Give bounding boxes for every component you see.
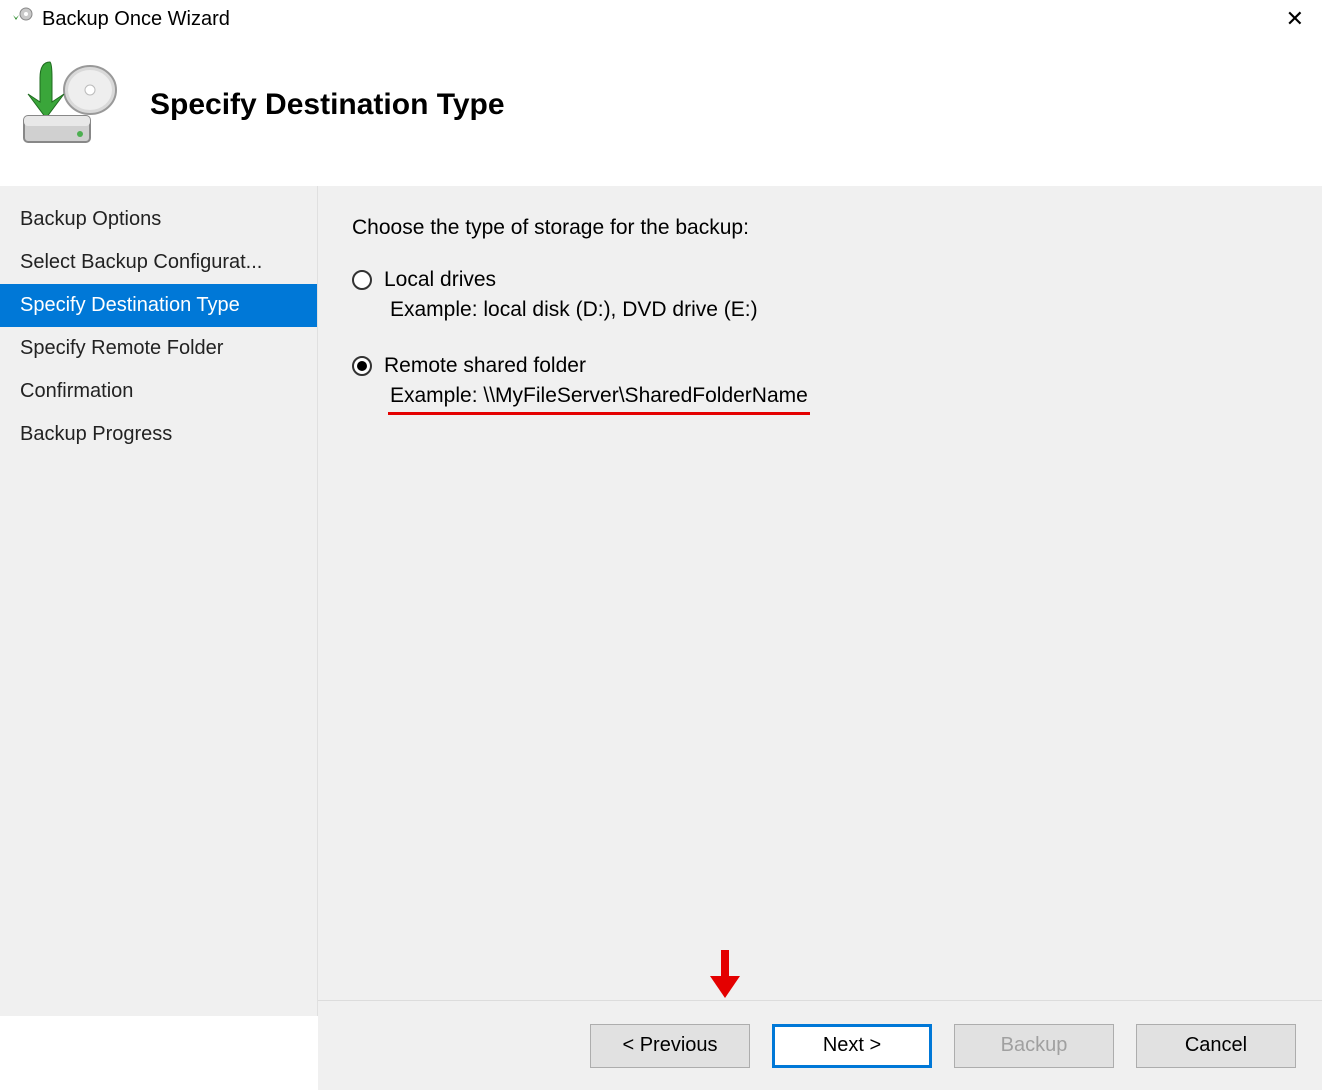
wizard-header: Specify Destination Type (0, 38, 1322, 182)
remote-shared-folder-example: Example: \\MyFileServer\SharedFolderName (388, 384, 810, 415)
sidebar-item-confirmation[interactable]: Confirmation (0, 370, 317, 413)
radio-remote-shared-folder[interactable] (352, 356, 372, 376)
destination-prompt: Choose the type of storage for the backu… (352, 216, 1288, 240)
local-drives-example: Example: local disk (D:), DVD drive (E:) (388, 298, 1288, 326)
wizard-main-panel: Choose the type of storage for the backu… (318, 186, 1322, 1016)
sidebar-item-backup-options[interactable]: Backup Options (0, 198, 317, 241)
titlebar: Backup Once Wizard ✕ (0, 0, 1322, 38)
radio-local-drives-label[interactable]: Local drives (384, 268, 496, 292)
sidebar-item-backup-progress[interactable]: Backup Progress (0, 413, 317, 456)
app-icon (12, 6, 34, 32)
close-icon[interactable]: ✕ (1280, 8, 1310, 30)
cancel-button[interactable]: Cancel (1136, 1024, 1296, 1068)
sidebar-item-specify-destination-type[interactable]: Specify Destination Type (0, 284, 317, 327)
wizard-footer: < Previous Next > Backup Cancel (318, 1000, 1322, 1090)
backup-button: Backup (954, 1024, 1114, 1068)
window-title: Backup Once Wizard (42, 8, 230, 31)
next-button[interactable]: Next > (772, 1024, 932, 1068)
radio-remote-shared-folder-label[interactable]: Remote shared folder (384, 354, 586, 378)
sidebar-item-specify-remote-folder[interactable]: Specify Remote Folder (0, 327, 317, 370)
sidebar-item-select-backup-configuration[interactable]: Select Backup Configurat... (0, 241, 317, 284)
wizard-steps-sidebar: Backup Options Select Backup Configurat.… (0, 186, 318, 1016)
previous-button[interactable]: < Previous (590, 1024, 750, 1068)
radio-local-drives[interactable] (352, 270, 372, 290)
page-title: Specify Destination Type (150, 88, 505, 122)
backup-drive-icon (20, 58, 120, 152)
